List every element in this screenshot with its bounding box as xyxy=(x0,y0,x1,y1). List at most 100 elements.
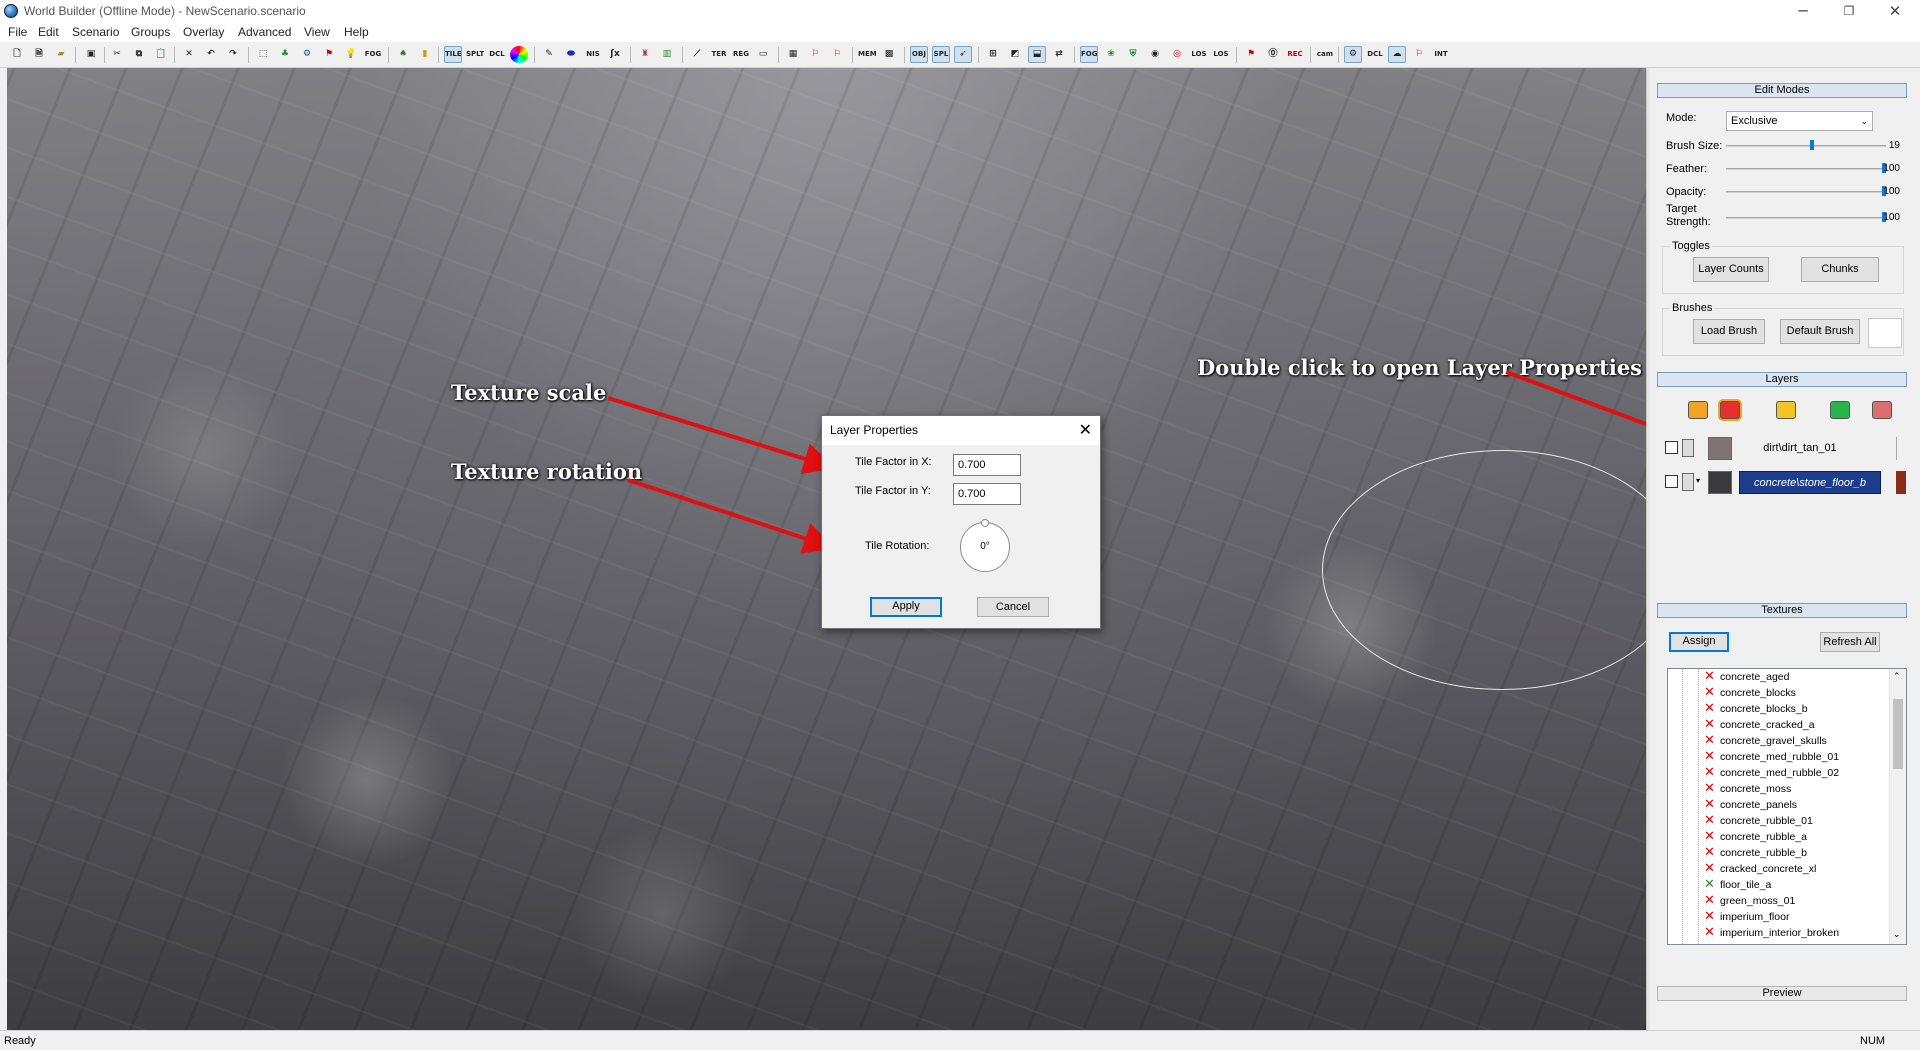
feather-slider[interactable] xyxy=(1726,168,1886,170)
list-item[interactable]: ✕ concrete_rubble_01 xyxy=(1668,814,1888,828)
default-brush-button[interactable]: Default Brush xyxy=(1780,319,1860,344)
tile-factor-x-label: Tile Factor in X: xyxy=(855,456,932,468)
layer-color-chip xyxy=(1896,437,1906,460)
mode-select[interactable]: Exclusive ⌄ xyxy=(1726,111,1873,131)
checkmark-icon: ✕ xyxy=(1704,877,1715,892)
error-x-icon: ✕ xyxy=(1704,669,1715,684)
brushes-label: Brushes xyxy=(1670,302,1715,314)
tools-panel: Edit Modes Mode: Exclusive ⌄ Brush Size:… xyxy=(1650,68,1920,1030)
chunks-button[interactable]: Chunks xyxy=(1801,257,1879,282)
opacity-slider[interactable] xyxy=(1726,191,1886,193)
brush-size-slider[interactable] xyxy=(1726,145,1886,147)
error-x-icon: ✕ xyxy=(1704,701,1715,716)
error-x-icon: ✕ xyxy=(1704,829,1715,844)
opacity-value: 100 xyxy=(1883,186,1900,197)
list-item[interactable]: ✕ concrete_gravel_skulls xyxy=(1668,733,1888,748)
texture-tree-list[interactable]: ✕ concrete_aged ✕ concrete_blocks ✕ concret… xyxy=(1667,668,1907,945)
layer-dropdown-icon[interactable]: ▾ xyxy=(1696,476,1700,485)
target-strength-value: 100 xyxy=(1883,212,1900,223)
feather-label: Feather: xyxy=(1666,163,1707,175)
layer-swatch xyxy=(1708,437,1732,460)
list-item[interactable]: ✕ concrete_moss xyxy=(1668,781,1888,796)
list-item[interactable]: ✕ concrete_panels xyxy=(1668,798,1888,812)
load-brush-button[interactable]: Load Brush xyxy=(1693,319,1765,344)
apply-button[interactable]: Apply xyxy=(870,597,942,617)
list-item[interactable]: ✕ concrete_aged xyxy=(1668,669,1888,684)
tile-factor-x-input[interactable]: 0.700 xyxy=(953,454,1021,476)
error-x-icon: ✕ xyxy=(1704,685,1715,700)
refresh-all-button[interactable]: Refresh All xyxy=(1820,632,1880,652)
list-item[interactable]: ✕ green_moss_01 xyxy=(1668,894,1888,908)
list-item[interactable]: ✕ imperium_interior_broken xyxy=(1668,925,1888,940)
brush-size-thumb[interactable] xyxy=(1810,140,1814,150)
dialog-close-icon[interactable]: ✕ xyxy=(1079,420,1092,440)
tile-factor-y-input[interactable]: 0.700 xyxy=(953,483,1021,505)
error-x-icon: ✕ xyxy=(1704,781,1715,796)
layer-row[interactable]: ▾ concrete\stone_floor_b xyxy=(1657,469,1907,496)
layer-swatch xyxy=(1708,471,1732,494)
error-x-icon: ✕ xyxy=(1704,845,1715,860)
copy-layer-icon[interactable] xyxy=(1776,401,1796,419)
tile-rotation-dial[interactable]: 0° xyxy=(960,519,1010,572)
brush-size-label: Brush Size: xyxy=(1666,140,1723,152)
list-item[interactable]: ✕ concrete_rubble_a xyxy=(1668,829,1888,844)
arrow-texture-rotation xyxy=(627,478,836,554)
preview-header[interactable]: Preview xyxy=(1657,986,1907,1001)
mode-label: Mode: xyxy=(1666,112,1697,124)
add-layer-icon[interactable] xyxy=(1688,401,1708,419)
error-x-icon: ✕ xyxy=(1704,733,1715,748)
texture-list-scrollbar[interactable]: ⌃ ⌄ xyxy=(1889,669,1906,944)
scroll-down-icon[interactable]: ⌄ xyxy=(1893,929,1901,940)
tile-rotation-label: Tile Rotation: xyxy=(865,540,930,552)
layer-name: dirt\dirt_tan_01 xyxy=(1763,442,1837,454)
chevron-down-icon: ⌄ xyxy=(1860,116,1868,126)
toggles-label: Toggles xyxy=(1670,240,1712,252)
rotation-knob[interactable] xyxy=(981,519,989,527)
list-item[interactable]: ✕ concrete_med_rubble_01 xyxy=(1668,749,1888,764)
cancel-button[interactable]: Cancel xyxy=(977,597,1049,617)
num-lock-indicator: NUM xyxy=(1860,1035,1886,1047)
edit-modes-header[interactable]: Edit Modes xyxy=(1657,83,1907,98)
target-strength-slider[interactable] xyxy=(1726,217,1886,219)
layer-row[interactable]: dirt\dirt_tan_01 xyxy=(1657,435,1907,462)
feather-value: 100 xyxy=(1883,163,1900,174)
target-strength-label-2: Strength: xyxy=(1666,216,1711,228)
layer-counts-button[interactable]: Layer Counts xyxy=(1693,257,1769,282)
layer-mask-icon[interactable] xyxy=(1720,401,1740,419)
mode-value: Exclusive xyxy=(1731,115,1778,127)
error-x-icon: ✕ xyxy=(1704,717,1715,732)
layer-visible-icon[interactable] xyxy=(1830,401,1850,419)
layer-checkbox[interactable] xyxy=(1665,475,1678,488)
brush-preview-box xyxy=(1868,318,1902,348)
list-item[interactable]: ✕ concrete_rubble_b xyxy=(1668,845,1888,860)
list-item[interactable]: ✕ concrete_med_rubble_02 xyxy=(1668,765,1888,780)
target-strength-label-1: Target xyxy=(1666,203,1697,215)
opacity-label: Opacity: xyxy=(1666,186,1707,198)
list-item[interactable]: ✕ floor_tile_a xyxy=(1668,877,1888,892)
list-item[interactable]: ✕ concrete_blocks xyxy=(1668,685,1888,700)
delete-layer-icon[interactable] xyxy=(1872,401,1892,419)
layer-color-chip xyxy=(1896,471,1906,494)
status-text: Ready xyxy=(4,1035,36,1047)
error-x-icon: ✕ xyxy=(1704,909,1715,924)
list-item[interactable]: ✕ cracked_concrete_xl xyxy=(1668,861,1888,876)
assign-button[interactable]: Assign xyxy=(1669,632,1729,652)
list-item[interactable]: ✕ imperium_floor xyxy=(1668,909,1888,924)
layer-checkbox[interactable] xyxy=(1665,441,1678,454)
list-item[interactable]: ✕ concrete_cracked_a xyxy=(1668,717,1888,732)
list-item[interactable]: ✕ concrete_blocks_b xyxy=(1668,701,1888,716)
error-x-icon: ✕ xyxy=(1704,861,1715,876)
layer-lock-icon[interactable] xyxy=(1682,473,1694,491)
scroll-up-icon[interactable]: ⌃ xyxy=(1893,671,1901,682)
layers-header[interactable]: Layers xyxy=(1657,372,1907,387)
textures-header[interactable]: Textures xyxy=(1657,603,1907,618)
scrollbar-thumb[interactable] xyxy=(1893,699,1903,769)
error-x-icon: ✕ xyxy=(1704,749,1715,764)
error-x-icon: ✕ xyxy=(1704,925,1715,940)
layer-properties-dialog: Layer Properties ✕ Tile Factor in X: 0.7… xyxy=(821,415,1101,629)
error-x-icon: ✕ xyxy=(1704,765,1715,780)
tree-guide-line xyxy=(1682,669,1683,944)
layer-lock-icon[interactable] xyxy=(1682,439,1694,457)
tree-guide-line xyxy=(1698,669,1699,944)
layer-name-selected: concrete\stone_floor_b xyxy=(1739,471,1881,494)
